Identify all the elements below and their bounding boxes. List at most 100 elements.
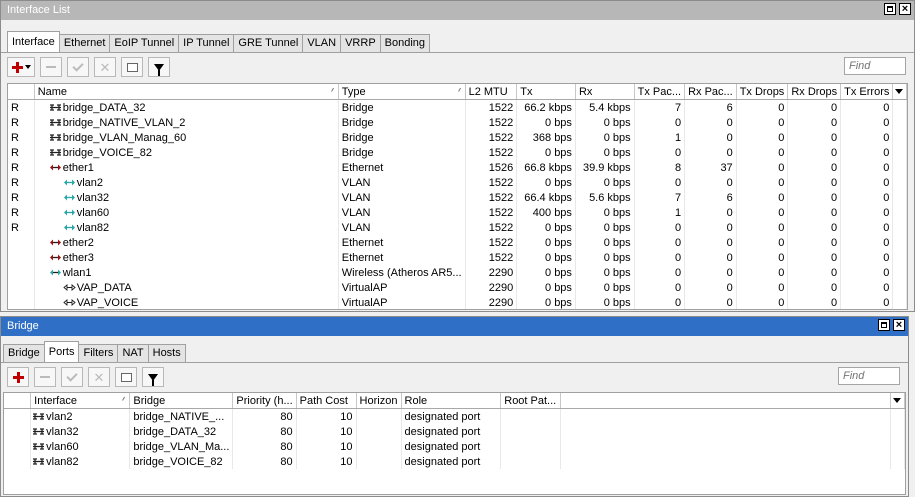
column-chooser-button[interactable]	[892, 84, 907, 100]
txp-cell: 0	[634, 265, 686, 280]
table-row[interactable]: vlan82 bridge_VOICE_82 80 10 designated port	[4, 454, 905, 469]
table-row[interactable]: ether3 Ethernet 1522 0 bps 0 bps 0 0 0 0 0	[8, 250, 907, 265]
column-header-name[interactable]: Name	[34, 84, 339, 100]
table-row[interactable]: VAP_DATA VirtualAP 2290 0 bps 0 bps 0 0 0 0 0	[8, 280, 907, 295]
tab-bonding[interactable]: Bonding	[379, 34, 431, 52]
column-header-rx[interactable]: Rx	[575, 84, 635, 100]
bridge-cell: bridge_NATIVE_...	[129, 408, 234, 424]
tab-ethernet[interactable]: Ethernet	[58, 34, 111, 52]
table-row[interactable]: Rbridge_NATIVE_VLAN_2 Bridge 1522 0 bps 0 bp…	[8, 115, 907, 130]
column-header-rx-drops[interactable]: Rx Drops	[787, 84, 842, 100]
rxp-cell: 0	[684, 280, 737, 295]
table-row[interactable]: Rbridge_DATA_32 Bridge 1522 66.2 kbps 5.4 kb…	[8, 99, 907, 115]
tab-ip-tunnel[interactable]: IP Tunnel	[178, 34, 235, 52]
virtualap-icon	[63, 283, 76, 291]
txd-cell: 0	[736, 250, 789, 265]
table-row[interactable]: Rbridge_VLAN_Manag_60 Bridge 1522 368 bps 0 …	[8, 130, 907, 145]
tab-filters[interactable]: Filters	[78, 344, 119, 362]
column-header-priority-h-[interactable]: Priority (h...	[232, 393, 297, 409]
column-header-type[interactable]: Type	[338, 84, 466, 100]
l2mtu-cell: 2290	[465, 295, 518, 309]
txp-cell: 1	[634, 205, 686, 220]
enable-button[interactable]	[61, 367, 83, 387]
remove-button[interactable]	[34, 367, 56, 387]
table-row[interactable]: vlan32 bridge_DATA_32 80 10 designated port	[4, 424, 905, 439]
tab-interface[interactable]: Interface	[7, 31, 60, 52]
table-row[interactable]: vlan2 bridge_NATIVE_... 80 10 designated por…	[4, 408, 905, 424]
rxd-cell: 0	[787, 265, 842, 280]
rxd-cell: 0	[787, 250, 842, 265]
remove-button[interactable]	[40, 57, 62, 77]
flag-cell	[8, 250, 35, 265]
disable-button[interactable]: ✕	[94, 57, 116, 77]
filler-cell	[892, 280, 907, 295]
tab-vrrp[interactable]: VRRP	[340, 34, 381, 52]
maximize-button[interactable]	[884, 3, 896, 15]
interface-name: vlan82	[46, 455, 79, 468]
column-header-tx[interactable]: Tx	[516, 84, 576, 100]
txd-cell: 0	[736, 99, 789, 115]
rx-cell: 5.4 kbps	[575, 99, 635, 115]
column-header-interface[interactable]: Interface	[30, 393, 131, 409]
comment-button[interactable]	[121, 57, 143, 77]
tab-eoip-tunnel[interactable]: EoIP Tunnel	[109, 34, 180, 52]
tab-bridge[interactable]: Bridge	[3, 344, 45, 362]
maximize-button[interactable]	[878, 319, 890, 331]
tx-cell: 0 bps	[516, 250, 576, 265]
column-header-tx-pac-[interactable]: Tx Pac...	[634, 84, 686, 100]
find-input[interactable]	[838, 367, 900, 385]
add-button[interactable]	[7, 367, 29, 387]
interface-name: bridge_VLAN_Manag_60	[62, 131, 187, 144]
rxp-cell: 0	[684, 175, 737, 190]
table-row[interactable]: Rether1 Ethernet 1526 66.8 kbps 39.9 kbps 8 37…	[8, 160, 907, 175]
l2mtu-cell: 1522	[465, 250, 518, 265]
bridge-icon	[49, 118, 61, 126]
column-header-bridge[interactable]: Bridge	[129, 393, 234, 409]
column-header-flags[interactable]	[8, 84, 35, 100]
tab-vlan[interactable]: VLAN	[302, 34, 342, 52]
rxp-cell: 0	[684, 265, 737, 280]
filter-button[interactable]	[148, 57, 170, 77]
filler-cell	[890, 454, 905, 469]
table-row[interactable]: Rvlan32 VLAN 1522 66.4 kbps 5.6 kbps 7 6 0 0 0	[8, 190, 907, 205]
close-button[interactable]: ×	[893, 319, 905, 331]
column-header-role[interactable]: Role	[401, 393, 502, 409]
column-header-flags[interactable]	[4, 393, 32, 409]
tab-ports[interactable]: Ports	[43, 341, 80, 362]
comment-button[interactable]	[115, 367, 137, 387]
column-header-tx-drops[interactable]: Tx Drops	[736, 84, 789, 100]
column-header-root-pat-[interactable]: Root Pat...	[500, 393, 562, 409]
table-row[interactable]: ether2 Ethernet 1522 0 bps 0 bps 0 0 0 0 0	[8, 235, 907, 250]
add-button[interactable]	[7, 57, 35, 77]
table-row[interactable]: vlan60 bridge_VLAN_Ma... 80 10 designated po…	[4, 439, 905, 454]
table-row[interactable]: VAP_VOICE VirtualAP 2290 0 bps 0 bps 0 0 0 0 0	[8, 295, 907, 309]
filter-button[interactable]	[142, 367, 164, 387]
type-cell: Bridge	[338, 130, 466, 145]
column-header-horizon[interactable]: Horizon	[356, 393, 402, 409]
column-header-path-cost[interactable]: Path Cost	[296, 393, 357, 409]
bridge-ports-table-wrap[interactable]: Interface Bridge Priority (h... Path Cost Ho…	[3, 392, 906, 495]
interface-name: vlan82	[76, 221, 110, 234]
interface-name: bridge_DATA_32	[62, 101, 146, 114]
bridge-titlebar[interactable]: Bridge ×	[1, 317, 908, 336]
column-chooser-button[interactable]	[890, 393, 905, 409]
tab-gre-tunnel[interactable]: GRE Tunnel	[233, 34, 304, 52]
disable-button[interactable]: ✕	[88, 367, 110, 387]
table-row[interactable]: Rvlan2 VLAN 1522 0 bps 0 bps 0 0 0 0 0	[8, 175, 907, 190]
enable-button[interactable]	[67, 57, 89, 77]
close-button[interactable]: ×	[899, 3, 911, 15]
sort-indicator-icon	[457, 87, 462, 93]
column-header-tx-errors[interactable]: Tx Errors	[840, 84, 894, 100]
interface-table-wrap[interactable]: Name Type L2 MTU Tx Rx Tx Pac... Rx Pac... Tx D…	[7, 83, 908, 310]
table-row[interactable]: Rvlan60 VLAN 1522 400 bps 0 bps 1 0 0 0 0	[8, 205, 907, 220]
name-cell: bridge_VLAN_Manag_60	[34, 130, 339, 145]
table-row[interactable]: wlan1 Wireless (Atheros AR5... 2290 0 bps 0 …	[8, 265, 907, 280]
column-header-l2-mtu[interactable]: L2 MTU	[465, 84, 518, 100]
find-input[interactable]	[844, 57, 906, 75]
interface-list-titlebar[interactable]: Interface List ×	[1, 1, 914, 20]
tab-hosts[interactable]: Hosts	[147, 344, 186, 362]
tab-nat[interactable]: NAT	[117, 344, 149, 362]
table-row[interactable]: Rbridge_VOICE_82 Bridge 1522 0 bps 0 bps 0 0 0 0…	[8, 145, 907, 160]
table-row[interactable]: Rvlan82 VLAN 1522 0 bps 0 bps 0 0 0 0 0	[8, 220, 907, 235]
column-header-rx-pac-[interactable]: Rx Pac...	[684, 84, 737, 100]
